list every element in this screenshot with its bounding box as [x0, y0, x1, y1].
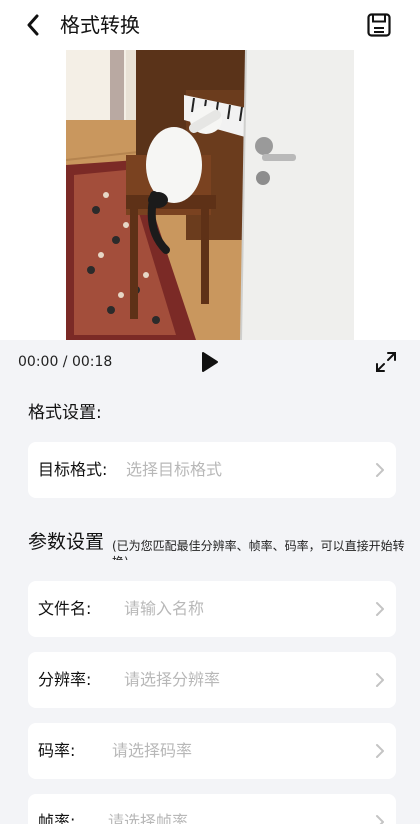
- video-frame[interactable]: [66, 50, 354, 340]
- framerate-row[interactable]: 帧率: 请选择帧率: [28, 794, 396, 824]
- back-button[interactable]: [20, 12, 46, 38]
- page-title: 格式转换: [60, 13, 140, 37]
- file-name-input[interactable]: 请输入名称: [124, 599, 204, 619]
- chevron-right-icon: [376, 602, 384, 616]
- play-button[interactable]: [198, 350, 222, 374]
- bitrate-row[interactable]: 码率: 请选择码率: [28, 723, 396, 779]
- playback-time: 00:00 / 00:18: [18, 354, 113, 370]
- target-format-select[interactable]: 选择目标格式: [126, 460, 222, 480]
- bitrate-label: 码率:: [38, 741, 76, 760]
- chevron-right-icon: [376, 815, 384, 824]
- save-button[interactable]: [366, 12, 392, 38]
- file-name-label: 文件名:: [38, 599, 92, 618]
- chevron-right-icon: [376, 673, 384, 687]
- resolution-row[interactable]: 分辨率: 请选择分辨率: [28, 652, 396, 708]
- fullscreen-button[interactable]: [374, 350, 398, 374]
- play-icon: [202, 352, 218, 372]
- file-name-row[interactable]: 文件名: 请输入名称: [28, 581, 396, 637]
- video-thumbnail: [66, 50, 354, 340]
- framerate-select[interactable]: 请选择帧率: [108, 812, 188, 824]
- resolution-select[interactable]: 请选择分辨率: [124, 670, 220, 690]
- fullscreen-icon: [376, 352, 396, 372]
- bitrate-select[interactable]: 请选择码率: [112, 741, 192, 761]
- app-header: 格式转换: [0, 0, 420, 50]
- player-controls: 00:00 / 00:18: [0, 340, 420, 386]
- chevron-right-icon: [376, 463, 384, 477]
- param-section-note: (已为您匹配最佳分辨率、帧率、码率，可以直接开始转换): [112, 539, 405, 560]
- framerate-label: 帧率:: [38, 812, 76, 824]
- save-disk-icon: [367, 13, 391, 37]
- back-arrow-icon: [27, 14, 39, 36]
- video-preview[interactable]: [0, 50, 420, 340]
- target-format-row[interactable]: 目标格式: 选择目标格式: [28, 442, 396, 498]
- target-format-label: 目标格式:: [38, 460, 108, 479]
- resolution-label: 分辨率:: [38, 670, 92, 689]
- param-section-title: 参数设置: [28, 531, 105, 553]
- param-section-header: 参数设置 (已为您匹配最佳分辨率、帧率、码率，可以直接开始转换): [28, 528, 420, 560]
- chevron-right-icon: [376, 744, 384, 758]
- format-section-title: 格式设置:: [28, 403, 102, 423]
